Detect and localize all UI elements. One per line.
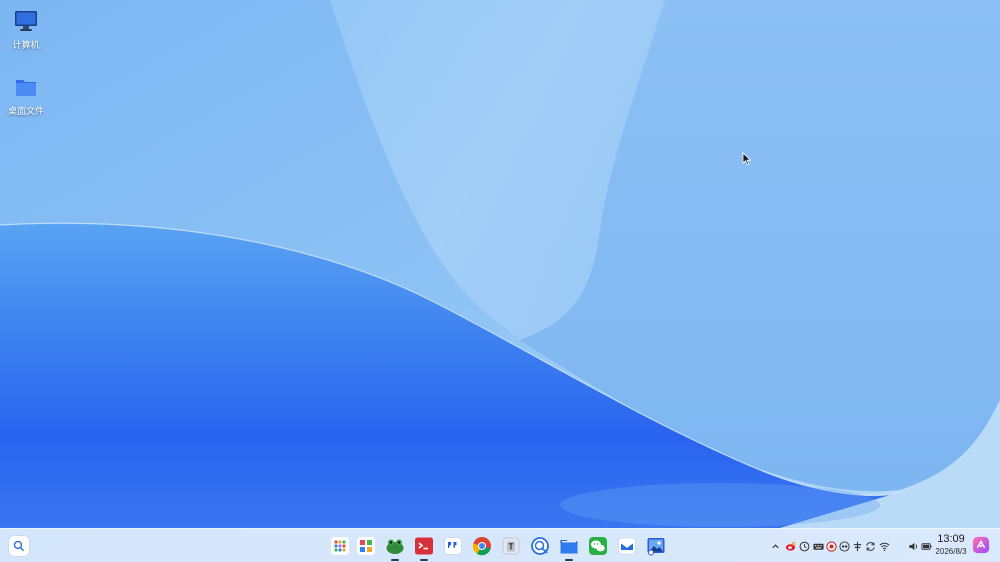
search-icon [13,540,24,551]
pin-icon [853,541,861,551]
wechat-button[interactable] [586,534,610,558]
desktop-icon-label: 计算机 [12,41,40,51]
notification-center-icon [972,536,990,554]
running-indicator [565,559,573,561]
desktop-icon-desktop-files[interactable]: 桌面文件 [0,74,52,117]
text-editor-button[interactable] [499,534,523,558]
tray-clock[interactable] [798,540,810,552]
screen-recorder-button[interactable] [528,534,552,558]
clock-time[interactable]: 13:09 [933,533,969,545]
tray-wifi[interactable] [878,540,890,552]
mail-button[interactable] [615,534,639,558]
sync-icon [865,541,875,551]
wechat-icon [589,537,607,555]
terminal-icon [415,537,433,555]
wifi-icon [879,542,889,551]
vpn-icon [838,540,850,552]
clock-icon [799,541,809,551]
mouse-cursor-icon [742,152,752,166]
desktop-icon-label: 桌面文件 [7,107,44,117]
tray-pin[interactable] [851,540,863,552]
tray-weibo[interactable] [784,540,796,552]
quote-app-button[interactable] [441,534,465,558]
text-editor-icon [502,537,520,555]
mail-icon [618,537,636,555]
antivirus-icon [825,540,837,552]
file-manager-icon [560,540,578,554]
keyboard-icon [812,543,824,550]
tray-expand-button[interactable] [769,540,781,552]
app-launcher-button[interactable] [328,534,352,558]
weibo-icon [785,541,796,551]
taskbar [0,528,1000,562]
tray-sync[interactable] [864,540,876,552]
frog-app-button[interactable] [383,534,407,561]
file-manager-button[interactable] [557,534,581,561]
chrome-button[interactable] [470,534,494,558]
battery-icon [920,542,931,550]
tray-volume[interactable] [907,540,919,552]
tray-vpn[interactable] [838,540,850,552]
folder-icon [16,80,36,96]
chrome-icon [472,537,491,556]
search-button[interactable] [7,534,31,558]
screen-recorder-icon [531,537,549,555]
desktop-wallpaper [0,0,1000,562]
chevron-up-icon [771,543,779,548]
terminal-button[interactable] [412,534,436,561]
notification-center-button[interactable] [971,535,991,555]
tray-antivirus[interactable] [825,540,837,552]
volume-icon [908,542,917,550]
clock-date[interactable]: 2026/8/3 [931,547,971,556]
running-indicator [391,559,399,561]
multitasking-view-icon [357,537,375,555]
quote-app-icon [444,537,462,555]
desktop-icon-computer[interactable]: 计算机 [0,8,52,51]
app-launcher-icon [331,537,349,555]
computer-icon [15,11,37,31]
multitasking-view-button[interactable] [354,534,378,558]
tray-keyboard[interactable] [812,540,824,552]
image-viewer-icon [647,538,665,556]
running-indicator [420,559,428,561]
frog-app-icon [386,539,404,554]
image-viewer-button[interactable] [644,534,668,558]
